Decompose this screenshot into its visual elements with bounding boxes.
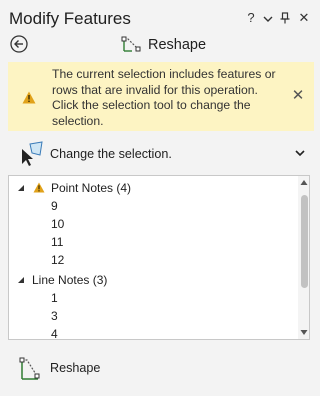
tree-group-row[interactable]: Point Notes (4) xyxy=(9,180,294,196)
auto-hide-button[interactable] xyxy=(278,9,292,27)
warning-icon xyxy=(33,182,45,193)
scroll-down-icon[interactable] xyxy=(300,329,308,336)
pane-title: Modify Features xyxy=(9,9,131,28)
change-selection-row[interactable]: Change the selection. xyxy=(8,138,314,170)
reshape-tool-label: Reshape xyxy=(50,361,101,375)
expand-selection-button[interactable] xyxy=(295,144,309,160)
tree-group-label: Line Notes (3) xyxy=(32,273,108,287)
tree-item[interactable]: 10 xyxy=(51,216,64,232)
help-button[interactable]: ? xyxy=(244,9,258,27)
tree-item[interactable]: 11 xyxy=(51,234,63,250)
tree-item[interactable]: 3 xyxy=(51,308,58,324)
tree-item[interactable]: 9 xyxy=(51,198,58,214)
reshape-tool-button[interactable]: Reshape xyxy=(8,354,208,384)
tree-group-row[interactable]: Line Notes (3) xyxy=(9,272,294,288)
collapse-triangle-icon xyxy=(18,277,24,283)
warning-banner: The current selection includes features … xyxy=(8,62,314,131)
select-tool-icon xyxy=(22,141,43,166)
chevron-down-icon xyxy=(263,16,273,22)
back-arrow-icon xyxy=(10,35,28,53)
scrollbar-thumb[interactable] xyxy=(301,195,308,288)
pin-icon xyxy=(280,12,290,24)
active-tool-header: Reshape xyxy=(120,35,206,55)
tree-item[interactable]: 4 xyxy=(51,326,58,339)
collapse-triangle-icon xyxy=(18,185,24,191)
back-button[interactable] xyxy=(10,35,28,53)
tree-scrollbar[interactable] xyxy=(298,176,309,339)
reshape-tool-icon xyxy=(121,36,141,52)
selection-tree: Point Notes (4) 9 10 11 12 Line Notes (3… xyxy=(8,175,310,340)
tool-name: Reshape xyxy=(148,37,207,53)
warning-icon xyxy=(22,91,36,104)
pane-titlebar: Modify Features ? ✕ xyxy=(0,0,319,36)
chevron-down-icon xyxy=(295,150,305,157)
tree-item[interactable]: 12 xyxy=(51,252,64,268)
dismiss-warning-button[interactable]: ✕ xyxy=(291,88,305,104)
tree-group-label: Point Notes (4) xyxy=(51,181,132,195)
pane-options-button[interactable] xyxy=(261,9,275,27)
change-selection-label: Change the selection. xyxy=(50,147,172,161)
scroll-up-icon[interactable] xyxy=(300,179,308,186)
reshape-tool-icon xyxy=(19,357,40,380)
tree-item[interactable]: 1 xyxy=(51,290,58,306)
close-pane-button[interactable]: ✕ xyxy=(297,9,311,27)
warning-message: The current selection includes features … xyxy=(52,67,276,129)
